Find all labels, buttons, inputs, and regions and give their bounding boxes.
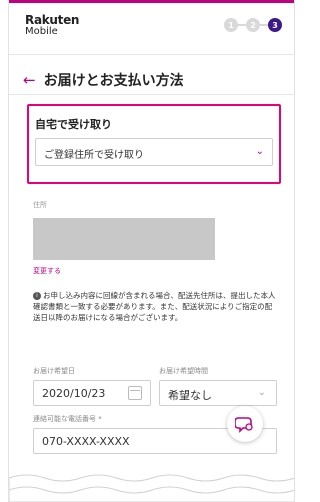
- step-3-current: 3: [268, 18, 282, 32]
- calendar-icon[interactable]: [128, 386, 142, 400]
- delivery-time-value: 希望なし: [168, 389, 212, 402]
- delivery-notice: i お申し込み内容に回線が含まれる場合、配送先住所は、提出した本人確認書類と一致す…: [33, 290, 277, 323]
- phone-label: 連絡可能な電話番号 *: [33, 415, 102, 423]
- step-indicator: 1 2 3: [224, 18, 282, 32]
- step-2: 2: [246, 18, 260, 32]
- chevron-down-icon: ⌄: [257, 387, 266, 398]
- chat-icon: [235, 417, 253, 433]
- back-arrow-icon[interactable]: ←: [23, 72, 36, 88]
- header-divider: [9, 54, 294, 55]
- delivery-address-select-value: ご登録住所で受け取り: [44, 150, 144, 161]
- delivery-date-input[interactable]: 2020/10/23: [33, 380, 151, 406]
- delivery-time-label: お届け希望時間: [159, 367, 208, 375]
- delivery-date-value: 2020/10/23: [42, 387, 106, 400]
- phone-value: 070-XXXX-XXXX: [42, 435, 130, 448]
- mobile-frame: Rakuten Mobile 1 2 3 ← お届けとお支払い方法 自宅で受け取…: [8, 0, 295, 502]
- title-divider: [9, 94, 294, 95]
- delivery-method-title: 自宅で受け取り: [35, 118, 112, 131]
- page-title: お届けとお支払い方法: [43, 73, 184, 89]
- delivery-time-select[interactable]: 希望なし ⌄: [159, 380, 277, 406]
- page-title-row: ← お届けとお支払い方法: [23, 70, 184, 90]
- address-value-redacted: [33, 218, 215, 260]
- chevron-down-icon: ⌄: [255, 146, 264, 157]
- delivery-date-label: お届け希望日: [33, 367, 75, 375]
- step-1: 1: [224, 18, 238, 32]
- rakuten-mobile-logo: Rakuten Mobile: [25, 13, 80, 37]
- address-label: 住所: [33, 201, 47, 209]
- chat-button[interactable]: [227, 406, 263, 442]
- info-icon: i: [33, 292, 41, 300]
- top-accent-bar: [9, 0, 294, 3]
- torn-edge-decoration: [9, 474, 294, 502]
- delivery-notice-text: お申し込み内容に回線が含まれる場合、配送先住所は、提出した本人確認書類と一致する…: [33, 291, 276, 322]
- delivery-method-card: 自宅で受け取り ご登録住所で受け取り ⌄: [27, 104, 281, 184]
- change-address-link[interactable]: 変更する: [33, 266, 61, 276]
- delivery-address-select[interactable]: ご登録住所で受け取り ⌄: [35, 138, 273, 166]
